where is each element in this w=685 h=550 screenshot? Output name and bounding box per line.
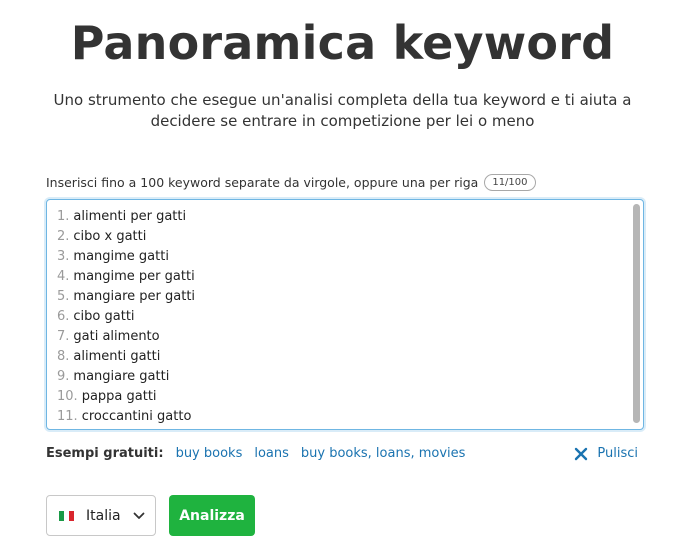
- keyword-line[interactable]: 2. cibo x gatti: [57, 227, 195, 247]
- line-number: 11.: [57, 409, 78, 424]
- keyword-line[interactable]: 6. cibo gatti: [57, 307, 195, 327]
- keyword-line[interactable]: 10. pappa gatti: [57, 387, 195, 407]
- keyword-input-label: Inserisci fino a 100 keyword separate da…: [46, 175, 479, 190]
- keyword-text: cibo gatti: [73, 309, 135, 324]
- keyword-text: alimenti gatti: [73, 349, 161, 364]
- keyword-text: mangime gatti: [73, 249, 169, 264]
- line-number: 3.: [57, 249, 70, 264]
- keyword-text: mangime per gatti: [73, 269, 195, 284]
- country-selected-value: Italia: [86, 507, 121, 524]
- example-link-buy-books[interactable]: buy books: [176, 446, 243, 461]
- line-number: 10.: [57, 389, 78, 404]
- line-number: 4.: [57, 269, 70, 284]
- line-number: 8.: [57, 349, 70, 364]
- keyword-counter-badge: 11/100: [484, 174, 536, 191]
- keyword-text: mangiare gatti: [73, 369, 170, 384]
- subtitle-line-2: decidere se entrare in competizione per …: [150, 112, 535, 130]
- keyword-line[interactable]: 1. alimenti per gatti: [57, 207, 195, 227]
- keyword-text: alimenti per gatti: [73, 209, 187, 224]
- line-number: 2.: [57, 229, 70, 244]
- keyword-line[interactable]: 5. mangiare per gatti: [57, 287, 195, 307]
- keyword-text: gati alimento: [73, 329, 160, 344]
- scrollbar-thumb[interactable]: [633, 204, 640, 423]
- chevron-down-icon: [133, 512, 145, 519]
- line-number: 7.: [57, 329, 70, 344]
- line-number: 9.: [57, 369, 70, 384]
- line-number: 6.: [57, 309, 70, 324]
- keyword-text: mangiare per gatti: [73, 289, 196, 304]
- keyword-line[interactable]: 9. mangiare gatti: [57, 367, 195, 387]
- example-link-loans[interactable]: loans: [254, 446, 289, 461]
- keyword-line[interactable]: 4. mangime per gatti: [57, 267, 195, 287]
- italy-flag-icon: [59, 510, 74, 521]
- keyword-input-label-row: Inserisci fino a 100 keyword separate da…: [46, 174, 646, 191]
- line-number: 5.: [57, 289, 70, 304]
- keyword-text: croccantini gatto: [81, 409, 192, 424]
- keyword-text: pappa gatti: [81, 389, 157, 404]
- textarea-scrollbar[interactable]: [633, 204, 640, 423]
- keyword-lines: 1. alimenti per gatti 2. cibo x gatti 3. ma…: [57, 207, 195, 427]
- clear-button[interactable]: Pulisci: [574, 446, 638, 461]
- keyword-line[interactable]: 8. alimenti gatti: [57, 347, 195, 367]
- example-link-buy-books-loans-movies[interactable]: buy books, loans, movies: [301, 446, 466, 461]
- page: Panoramica keyword Uno strumento che ese…: [0, 0, 685, 550]
- keyword-line[interactable]: 11. croccantini gatto: [57, 407, 195, 427]
- clear-label: Pulisci: [597, 446, 638, 461]
- country-select[interactable]: Italia: [46, 495, 156, 536]
- keyword-line[interactable]: 7. gati alimento: [57, 327, 195, 347]
- line-number: 1.: [57, 209, 70, 224]
- close-icon: [575, 447, 588, 460]
- keyword-textarea[interactable]: 1. alimenti per gatti 2. cibo x gatti 3. ma…: [46, 199, 644, 430]
- subtitle-line-1: Uno strumento che esegue un'analisi comp…: [53, 91, 632, 109]
- page-title: Panoramica keyword: [70, 16, 615, 70]
- keyword-text: cibo x gatti: [73, 229, 147, 244]
- page-subtitle: Uno strumento che esegue un'analisi comp…: [40, 90, 645, 132]
- keyword-line[interactable]: 3. mangime gatti: [57, 247, 195, 267]
- free-examples-row: Esempi gratuiti: buy books loans buy boo…: [46, 446, 638, 461]
- analyze-button[interactable]: Analizza: [169, 495, 255, 536]
- free-examples-label: Esempi gratuiti:: [46, 446, 164, 461]
